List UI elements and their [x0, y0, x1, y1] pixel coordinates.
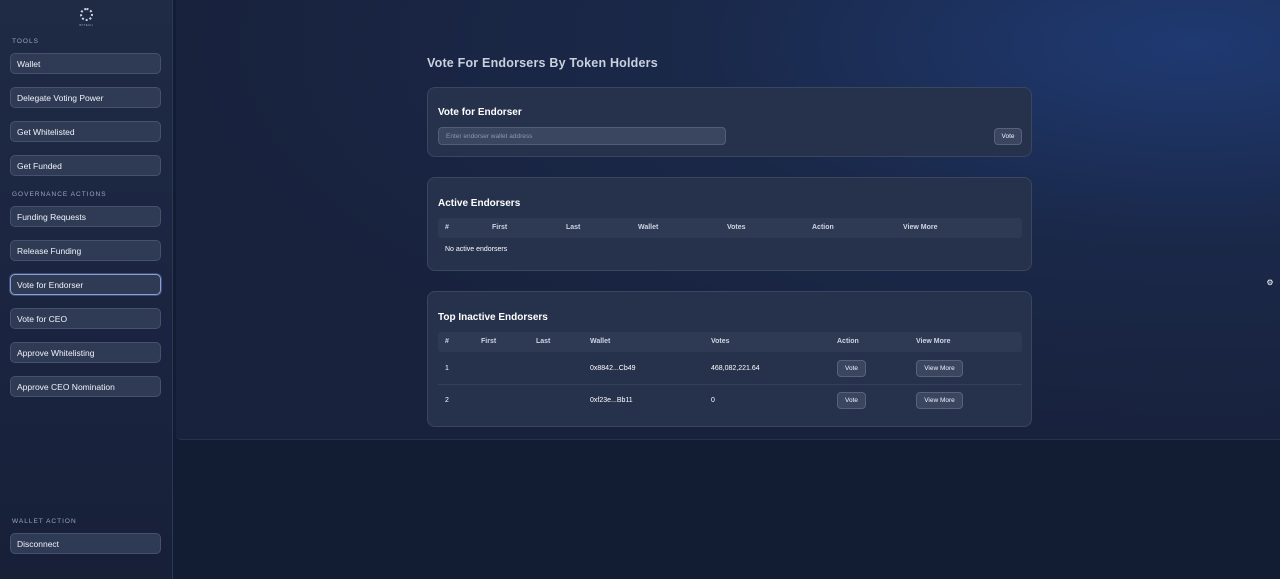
wallet-section-label: WALLET ACTION [12, 518, 77, 525]
sidebar-item-release-funding[interactable]: Release Funding [10, 240, 161, 261]
row-wallet: 0xf23e...Bb11 [590, 397, 633, 404]
sidebar-item-delegate-voting-power[interactable]: Delegate Voting Power [10, 87, 161, 108]
sidebar-item-vote-for-endorser[interactable]: Vote for Endorser [10, 274, 161, 295]
column-header-number: # [445, 338, 449, 345]
logo-text: BYTECH [79, 23, 93, 27]
sidebar-item-approve-whitelisting[interactable]: Approve Whitelisting [10, 342, 161, 363]
column-header-action: Action [837, 338, 859, 345]
brand-logo: BYTECH [73, 8, 99, 30]
column-header-wallet: Wallet [590, 338, 611, 345]
column-header-view-more: View More [903, 224, 938, 231]
page-title: Vote For Endorsers By Token Holders [427, 56, 658, 70]
endorser-address-input[interactable] [438, 127, 726, 145]
column-header-last: Last [536, 338, 551, 345]
row-number: 2 [445, 397, 449, 404]
column-header-first: First [492, 224, 508, 231]
row-view-more-button[interactable]: View More [916, 392, 963, 409]
inactive-endorsers-card: Top Inactive Endorsers # First Last Wall… [427, 291, 1032, 427]
row-vote-button[interactable]: Vote [837, 360, 866, 377]
column-header-votes: Votes [727, 224, 746, 231]
vote-card-title: Vote for Endorser [438, 107, 522, 118]
sidebar: BYTECH TOOLS Wallet Delegate Voting Powe… [0, 0, 173, 579]
vote-submit-button[interactable]: Vote [994, 128, 1022, 145]
sidebar-item-vote-for-ceo[interactable]: Vote for CEO [10, 308, 161, 329]
sidebar-item-get-whitelisted[interactable]: Get Whitelisted [10, 121, 161, 142]
column-header-first: First [481, 338, 497, 345]
row-divider [438, 384, 1022, 385]
inactive-endorsers-title: Top Inactive Endorsers [438, 312, 548, 323]
floating-tools-icon[interactable]: ⚙ [1265, 278, 1275, 288]
row-votes: 0 [711, 397, 715, 404]
logo-icon [79, 8, 93, 21]
active-endorsers-title: Active Endorsers [438, 198, 521, 209]
column-header-votes: Votes [711, 338, 730, 345]
column-header-wallet: Wallet [638, 224, 659, 231]
empty-state-message: No active endorsers [445, 246, 508, 253]
sidebar-item-wallet[interactable]: Wallet [10, 53, 161, 74]
governance-section-label: GOVERNANCE ACTIONS [12, 191, 107, 198]
tools-section-label: TOOLS [12, 38, 39, 45]
row-votes: 468,082,221.64 [711, 365, 760, 372]
row-vote-button[interactable]: Vote [837, 392, 866, 409]
row-wallet: 0x8842...Cb49 [590, 365, 636, 372]
row-view-more-button[interactable]: View More [916, 360, 963, 377]
vote-endorser-card: Vote for Endorser Vote [427, 87, 1032, 157]
active-endorsers-card: Active Endorsers # First Last Wallet Vot… [427, 177, 1032, 271]
disconnect-button[interactable]: Disconnect [10, 533, 161, 554]
column-header-view-more: View More [916, 338, 951, 345]
column-header-action: Action [812, 224, 834, 231]
sidebar-item-get-funded[interactable]: Get Funded [10, 155, 161, 176]
inactive-endorsers-header: # First Last Wallet Votes Action View Mo… [438, 332, 1022, 352]
sidebar-item-funding-requests[interactable]: Funding Requests [10, 206, 161, 227]
row-number: 1 [445, 365, 449, 372]
column-header-number: # [445, 224, 449, 231]
sidebar-item-approve-ceo-nomination[interactable]: Approve CEO Nomination [10, 376, 161, 397]
column-header-last: Last [566, 224, 581, 231]
active-endorsers-header: # First Last Wallet Votes Action View Mo… [438, 218, 1022, 238]
